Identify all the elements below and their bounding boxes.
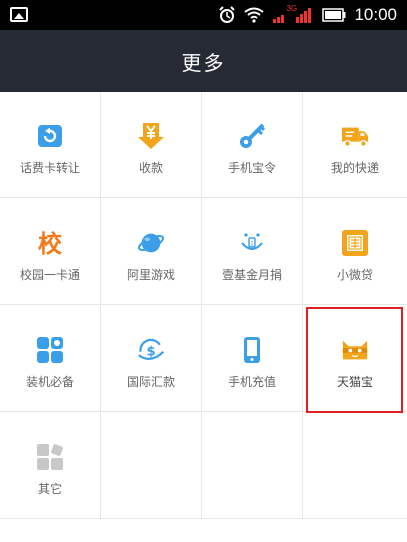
grid-item-my-delivery[interactable]: 我的快递: [303, 92, 407, 198]
grid-item-label: 天猫宝: [336, 375, 373, 389]
grid-item-label: 校园一卡通: [19, 268, 80, 282]
key-icon: [238, 122, 266, 150]
grid-item-label: 小微贷: [336, 268, 373, 282]
svg-text:$: $: [146, 344, 155, 359]
page-title: 更多: [181, 50, 226, 75]
grid-item-mobile-topup[interactable]: 手机充值: [202, 306, 303, 412]
school-character-icon: 校: [36, 229, 64, 257]
svg-text:1: 1: [250, 241, 254, 248]
empty-cell: [202, 413, 303, 519]
status-indicators: 3G 10:00: [218, 0, 397, 30]
smile-charity-icon: 1: [238, 229, 266, 257]
yen-arrow-icon: [137, 122, 165, 150]
grid-item-label: 阿里游戏: [126, 268, 175, 282]
delivery-truck-icon: [341, 122, 369, 150]
grid-item-label: 手机宝令: [227, 161, 276, 175]
grid-item-intl-remittance[interactable]: $ 国际汇款: [101, 306, 202, 412]
image-notification-icon: [10, 7, 28, 22]
dollar-globe-icon: $: [137, 336, 165, 364]
loan-seal-icon: [341, 229, 369, 257]
clock: 10:00: [354, 5, 397, 24]
other-grid-icon: [36, 443, 64, 471]
battery-icon: [322, 8, 346, 22]
feature-grid: 话费卡转让 收款 手机宝令 我的快递 校 校园一卡通 阿里游戏 1 壹基金月捐 …: [0, 92, 407, 542]
grid-item-receive-money[interactable]: 收款: [101, 92, 202, 198]
grid-item-must-have-apps[interactable]: 装机必备: [0, 306, 101, 412]
card-refresh-icon: [36, 122, 64, 150]
grid-item-micro-loan[interactable]: 小微贷: [303, 199, 407, 305]
svg-text:校: 校: [38, 230, 63, 257]
grid-item-campus-card[interactable]: 校 校园一卡通: [0, 199, 101, 305]
grid-item-tmall-bao[interactable]: 天猫宝: [303, 306, 407, 412]
tmall-cat-icon: [341, 336, 369, 364]
grid-item-label: 其它: [37, 482, 62, 496]
empty-cell: [101, 413, 202, 519]
grid-item-label: 收款: [138, 161, 163, 175]
grid-item-phone-card-transfer[interactable]: 话费卡转让: [0, 92, 101, 198]
grid-item-label: 装机必备: [25, 375, 74, 389]
empty-cell: [303, 413, 407, 519]
game-planet-icon: [137, 229, 165, 257]
status-bar: 3G 10:00: [0, 0, 407, 30]
grid-item-one-foundation[interactable]: 1 壹基金月捐: [202, 199, 303, 305]
grid-item-label: 话费卡转让: [19, 161, 80, 175]
grid-item-other[interactable]: 其它: [0, 413, 101, 519]
grid-item-mobile-token[interactable]: 手机宝令: [202, 92, 303, 198]
signal-icon: [273, 8, 312, 23]
app-grid-icon: [36, 336, 64, 364]
grid-item-ali-games[interactable]: 阿里游戏: [101, 199, 202, 305]
phone-icon: [238, 336, 266, 364]
grid-item-label: 国际汇款: [126, 375, 175, 389]
wifi-icon: [244, 7, 265, 23]
page-header: 更多: [0, 30, 407, 92]
grid-item-label: 我的快递: [330, 161, 379, 175]
alarm-icon: [219, 6, 236, 23]
grid-item-label: 手机充值: [227, 375, 276, 389]
grid-item-label: 壹基金月捐: [221, 268, 282, 282]
cell-signal-group: 3G: [272, 4, 314, 24]
